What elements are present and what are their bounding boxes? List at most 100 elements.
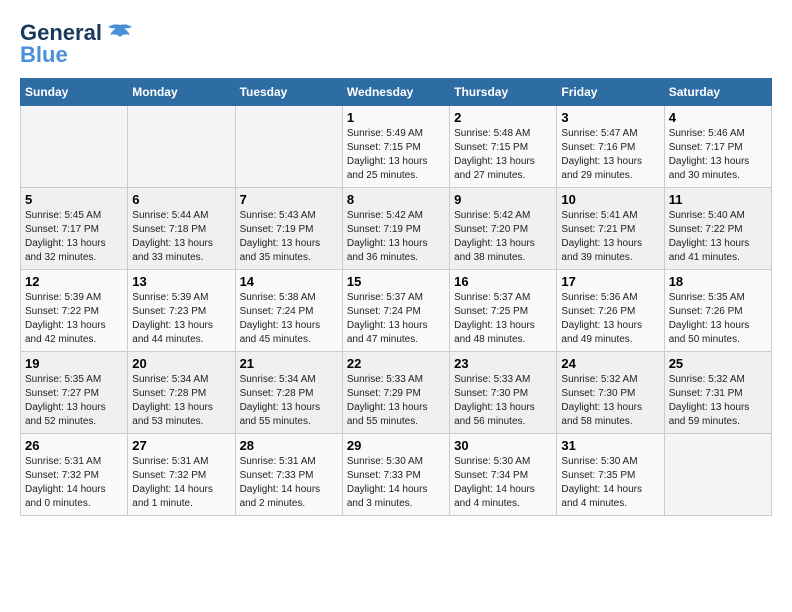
page-header: General Blue xyxy=(20,20,772,68)
calendar-cell: 14Sunrise: 5:38 AMSunset: 7:24 PMDayligh… xyxy=(235,270,342,352)
calendar-header-tuesday: Tuesday xyxy=(235,79,342,106)
day-number: 7 xyxy=(240,192,338,207)
calendar-cell: 18 Sunrise: 5:35 AMSunset: 7:26 PMDayligh… xyxy=(664,270,771,352)
day-number: 28 xyxy=(240,438,338,453)
calendar-cell: 19 Sunrise: 5:35 AMSunset: 7:27 PMDayligh… xyxy=(21,352,128,434)
calendar-cell: 26 Sunrise: 5:31 AMSunset: 7:32 PMDayligh… xyxy=(21,434,128,516)
calendar-cell: 17 Sunrise: 5:36 AMSunset: 7:26 PMDayligh… xyxy=(557,270,664,352)
calendar-cell xyxy=(21,106,128,188)
day-number: 4 xyxy=(669,110,767,125)
calendar-header-wednesday: Wednesday xyxy=(342,79,449,106)
day-number: 20 xyxy=(132,356,230,371)
calendar-cell: 11 Sunrise: 5:40 AMSunset: 7:22 PMDayligh… xyxy=(664,188,771,270)
calendar-cell: 5Sunrise: 5:45 AMSunset: 7:17 PMDaylight… xyxy=(21,188,128,270)
day-info: Sunrise: 5:31 AMSunset: 7:32 PMDaylight:… xyxy=(25,455,123,511)
calendar-table: SundayMondayTuesdayWednesdayThursdayFrid… xyxy=(20,78,772,516)
day-info: Sunrise: 5:32 AMSunset: 7:31 PMDaylight:… xyxy=(669,373,767,429)
day-info: Sunrise: 5:48 AMSunset: 7:15 PMDaylight:… xyxy=(454,127,552,183)
day-info: Sunrise: 5:31 AMSunset: 7:32 PMDaylight:… xyxy=(132,455,230,511)
calendar-cell xyxy=(664,434,771,516)
day-number: 15 xyxy=(347,274,445,289)
day-number: 25 xyxy=(669,356,767,371)
calendar-cell: 21Sunrise: 5:34 AMSunset: 7:28 PMDayligh… xyxy=(235,352,342,434)
day-number: 31 xyxy=(561,438,659,453)
day-number: 8 xyxy=(347,192,445,207)
day-number: 1 xyxy=(347,110,445,125)
day-number: 19 xyxy=(25,356,123,371)
calendar-week-row: 12 Sunrise: 5:39 AMSunset: 7:22 PMDayligh… xyxy=(21,270,772,352)
day-info: Sunrise: 5:47 AMSunset: 7:16 PMDaylight:… xyxy=(561,127,659,183)
calendar-cell: 24 Sunrise: 5:32 AMSunset: 7:30 PMDayligh… xyxy=(557,352,664,434)
calendar-cell: 8Sunrise: 5:42 AMSunset: 7:19 PMDaylight… xyxy=(342,188,449,270)
logo-blue: Blue xyxy=(20,42,68,68)
calendar-cell: 6Sunrise: 5:44 AMSunset: 7:18 PMDaylight… xyxy=(128,188,235,270)
calendar-cell xyxy=(128,106,235,188)
day-info: Sunrise: 5:30 AMSunset: 7:35 PMDaylight:… xyxy=(561,455,659,511)
calendar-cell: 1 Sunrise: 5:49 AMSunset: 7:15 PMDaylight… xyxy=(342,106,449,188)
day-info: Sunrise: 5:32 AMSunset: 7:30 PMDaylight:… xyxy=(561,373,659,429)
calendar-header-monday: Monday xyxy=(128,79,235,106)
day-info: Sunrise: 5:37 AMSunset: 7:24 PMDaylight:… xyxy=(347,291,445,347)
calendar-cell: 16Sunrise: 5:37 AMSunset: 7:25 PMDayligh… xyxy=(450,270,557,352)
day-info: Sunrise: 5:41 AMSunset: 7:21 PMDaylight:… xyxy=(561,209,659,265)
calendar-header-thursday: Thursday xyxy=(450,79,557,106)
logo-bird-icon xyxy=(106,23,134,43)
day-info: Sunrise: 5:46 AMSunset: 7:17 PMDaylight:… xyxy=(669,127,767,183)
calendar-cell: 13 Sunrise: 5:39 AMSunset: 7:23 PMDayligh… xyxy=(128,270,235,352)
calendar-cell: 4 Sunrise: 5:46 AMSunset: 7:17 PMDaylight… xyxy=(664,106,771,188)
calendar-week-row: 26 Sunrise: 5:31 AMSunset: 7:32 PMDayligh… xyxy=(21,434,772,516)
day-number: 2 xyxy=(454,110,552,125)
calendar-cell: 9Sunrise: 5:42 AMSunset: 7:20 PMDaylight… xyxy=(450,188,557,270)
calendar-cell: 23Sunrise: 5:33 AMSunset: 7:30 PMDayligh… xyxy=(450,352,557,434)
calendar-cell: 30 Sunrise: 5:30 AMSunset: 7:34 PMDayligh… xyxy=(450,434,557,516)
day-info: Sunrise: 5:35 AMSunset: 7:26 PMDaylight:… xyxy=(669,291,767,347)
day-info: Sunrise: 5:35 AMSunset: 7:27 PMDaylight:… xyxy=(25,373,123,429)
day-number: 29 xyxy=(347,438,445,453)
day-info: Sunrise: 5:39 AMSunset: 7:22 PMDaylight:… xyxy=(25,291,123,347)
calendar-cell: 12 Sunrise: 5:39 AMSunset: 7:22 PMDayligh… xyxy=(21,270,128,352)
calendar-week-row: 1 Sunrise: 5:49 AMSunset: 7:15 PMDaylight… xyxy=(21,106,772,188)
calendar-header-friday: Friday xyxy=(557,79,664,106)
day-number: 22 xyxy=(347,356,445,371)
day-number: 24 xyxy=(561,356,659,371)
calendar-cell: 27Sunrise: 5:31 AMSunset: 7:32 PMDayligh… xyxy=(128,434,235,516)
calendar-cell: 7 Sunrise: 5:43 AMSunset: 7:19 PMDaylight… xyxy=(235,188,342,270)
day-info: Sunrise: 5:30 AMSunset: 7:34 PMDaylight:… xyxy=(454,455,552,511)
day-number: 14 xyxy=(240,274,338,289)
day-number: 17 xyxy=(561,274,659,289)
day-number: 10 xyxy=(561,192,659,207)
calendar-cell: 28 Sunrise: 5:31 AMSunset: 7:33 PMDayligh… xyxy=(235,434,342,516)
day-number: 23 xyxy=(454,356,552,371)
day-number: 12 xyxy=(25,274,123,289)
day-number: 11 xyxy=(669,192,767,207)
day-number: 30 xyxy=(454,438,552,453)
calendar-cell: 31 Sunrise: 5:30 AMSunset: 7:35 PMDayligh… xyxy=(557,434,664,516)
calendar-cell: 20 Sunrise: 5:34 AMSunset: 7:28 PMDayligh… xyxy=(128,352,235,434)
day-info: Sunrise: 5:31 AMSunset: 7:33 PMDaylight:… xyxy=(240,455,338,511)
day-info: Sunrise: 5:43 AMSunset: 7:19 PMDaylight:… xyxy=(240,209,338,265)
day-number: 9 xyxy=(454,192,552,207)
day-info: Sunrise: 5:39 AMSunset: 7:23 PMDaylight:… xyxy=(132,291,230,347)
calendar-cell: 2 Sunrise: 5:48 AMSunset: 7:15 PMDaylight… xyxy=(450,106,557,188)
day-info: Sunrise: 5:30 AMSunset: 7:33 PMDaylight:… xyxy=(347,455,445,511)
calendar-cell: 15 Sunrise: 5:37 AMSunset: 7:24 PMDayligh… xyxy=(342,270,449,352)
calendar-cell: 3 Sunrise: 5:47 AMSunset: 7:16 PMDaylight… xyxy=(557,106,664,188)
day-number: 16 xyxy=(454,274,552,289)
day-number: 26 xyxy=(25,438,123,453)
day-number: 6 xyxy=(132,192,230,207)
day-info: Sunrise: 5:33 AMSunset: 7:29 PMDaylight:… xyxy=(347,373,445,429)
calendar-header-sunday: Sunday xyxy=(21,79,128,106)
calendar-cell: 10 Sunrise: 5:41 AMSunset: 7:21 PMDayligh… xyxy=(557,188,664,270)
day-number: 3 xyxy=(561,110,659,125)
day-info: Sunrise: 5:45 AMSunset: 7:17 PMDaylight:… xyxy=(25,209,123,265)
day-info: Sunrise: 5:40 AMSunset: 7:22 PMDaylight:… xyxy=(669,209,767,265)
calendar-header-saturday: Saturday xyxy=(664,79,771,106)
day-info: Sunrise: 5:34 AMSunset: 7:28 PMDaylight:… xyxy=(132,373,230,429)
day-info: Sunrise: 5:36 AMSunset: 7:26 PMDaylight:… xyxy=(561,291,659,347)
day-info: Sunrise: 5:49 AMSunset: 7:15 PMDaylight:… xyxy=(347,127,445,183)
day-number: 13 xyxy=(132,274,230,289)
calendar-cell: 25 Sunrise: 5:32 AMSunset: 7:31 PMDayligh… xyxy=(664,352,771,434)
day-number: 18 xyxy=(669,274,767,289)
day-number: 21 xyxy=(240,356,338,371)
logo: General Blue xyxy=(20,20,134,68)
